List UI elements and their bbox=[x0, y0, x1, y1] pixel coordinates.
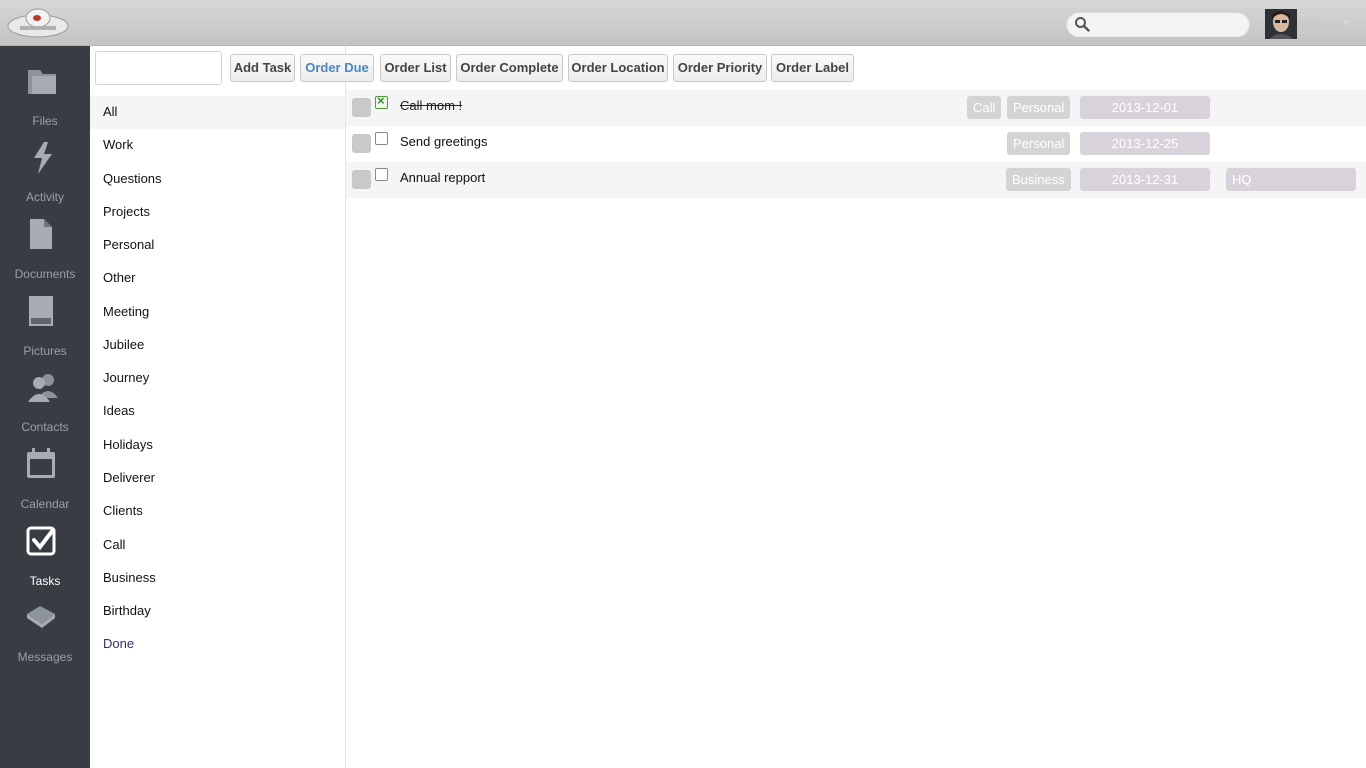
lightning-icon bbox=[34, 142, 52, 174]
nav-item-tasks[interactable]: Tasks bbox=[0, 516, 90, 592]
nav-label: Files bbox=[32, 114, 58, 128]
task-tag[interactable]: Personal bbox=[1007, 96, 1071, 119]
task-tag[interactable]: Business bbox=[1006, 168, 1071, 191]
order-list-button[interactable]: Order List bbox=[380, 54, 451, 82]
category-item[interactable]: Journey bbox=[90, 361, 345, 394]
search-icon bbox=[1074, 16, 1090, 35]
task-complete-checkbox[interactable] bbox=[375, 132, 388, 145]
category-item[interactable]: Birthday bbox=[90, 594, 345, 627]
task-list: Call mom ! Call Personal 2013-12-01 Send… bbox=[346, 90, 1366, 198]
nav-label: Activity bbox=[25, 190, 64, 204]
task-due-date[interactable]: 2013-12-31 bbox=[1080, 168, 1210, 191]
nav-item-documents[interactable]: Documents bbox=[0, 209, 90, 285]
add-task-button[interactable]: Add Task bbox=[230, 54, 295, 82]
task-row[interactable]: Annual repport Business 2013-12-31 HQ bbox=[346, 162, 1366, 198]
order-location-button[interactable]: Order Location bbox=[568, 54, 668, 82]
category-item[interactable]: Clients bbox=[90, 494, 345, 527]
order-complete-button[interactable]: Order Complete bbox=[456, 54, 563, 82]
nav-item-pictures[interactable]: Pictures bbox=[0, 286, 90, 362]
task-row[interactable]: Call mom ! Call Personal 2013-12-01 bbox=[346, 90, 1366, 126]
envelope-icon bbox=[27, 606, 55, 628]
task-complete-checkbox[interactable] bbox=[375, 168, 388, 181]
category-item[interactable]: Meeting bbox=[90, 295, 345, 328]
category-item[interactable]: Call bbox=[90, 528, 345, 561]
caret-down-icon[interactable]: ▼ bbox=[1341, 18, 1351, 29]
category-item[interactable]: Projects bbox=[90, 195, 345, 228]
calendar-icon bbox=[27, 448, 55, 478]
task-due-date[interactable]: 2013-12-25 bbox=[1080, 132, 1210, 155]
search-input[interactable] bbox=[1094, 14, 1244, 34]
task-due-date[interactable]: 2013-12-01 bbox=[1080, 96, 1210, 119]
category-item[interactable]: Work bbox=[90, 129, 345, 162]
task-tag[interactable]: Call bbox=[967, 96, 1002, 119]
new-task-input[interactable] bbox=[95, 51, 222, 85]
category-item[interactable]: All bbox=[90, 96, 345, 129]
category-item[interactable]: Questions bbox=[90, 162, 345, 195]
nav-item-contacts[interactable]: Contacts bbox=[0, 362, 90, 438]
nav-label: Pictures bbox=[23, 344, 67, 358]
nav-item-activity[interactable]: Activity bbox=[0, 132, 90, 208]
category-list: All Work Questions Projects Personal Oth… bbox=[90, 46, 346, 768]
user-name[interactable]: Vince bbox=[1303, 16, 1340, 32]
cloud-logo-icon[interactable] bbox=[6, 6, 70, 40]
nav-item-files[interactable]: Files bbox=[0, 56, 90, 132]
task-location[interactable]: HQ bbox=[1226, 168, 1356, 191]
document-icon bbox=[30, 219, 52, 249]
task-drag-handle[interactable] bbox=[352, 98, 371, 117]
avatar[interactable] bbox=[1265, 9, 1297, 39]
nav-label: Calendar bbox=[20, 497, 70, 511]
search-box[interactable] bbox=[1066, 11, 1250, 37]
category-item[interactable]: Jubilee bbox=[90, 328, 345, 361]
nav-label: Tasks bbox=[29, 574, 61, 588]
order-due-button[interactable]: Order Due bbox=[300, 54, 374, 82]
order-label-button[interactable]: Order Label bbox=[771, 54, 854, 82]
checkbox-icon bbox=[26, 526, 56, 556]
nav-label: Contacts bbox=[21, 420, 69, 434]
category-item[interactable]: Ideas bbox=[90, 394, 345, 427]
task-drag-handle[interactable] bbox=[352, 170, 371, 189]
nav-label: Documents bbox=[14, 267, 76, 281]
task-complete-checkbox[interactable] bbox=[375, 93, 388, 109]
category-item[interactable]: Other bbox=[90, 261, 345, 294]
task-drag-handle[interactable] bbox=[352, 134, 371, 153]
contacts-icon bbox=[28, 374, 58, 402]
task-tag[interactable]: Personal bbox=[1007, 132, 1071, 155]
nav-item-messages[interactable]: Messages bbox=[0, 592, 90, 668]
order-priority-button[interactable]: Order Priority bbox=[673, 54, 767, 82]
category-item[interactable]: Business bbox=[90, 561, 345, 594]
category-item-done[interactable]: Done bbox=[90, 627, 345, 660]
category-item[interactable]: Personal bbox=[90, 228, 345, 261]
top-header: Vince ▼ bbox=[0, 0, 1366, 46]
task-title[interactable]: Annual repport bbox=[400, 170, 485, 185]
nav-item-calendar[interactable]: Calendar bbox=[0, 439, 90, 515]
category-item[interactable]: Deliverer bbox=[90, 461, 345, 494]
picture-icon bbox=[29, 296, 53, 326]
app-navigation: Files Activity Documents Pictures Contac… bbox=[0, 46, 90, 768]
task-title[interactable]: Send greetings bbox=[400, 134, 487, 149]
folder-icon bbox=[28, 70, 56, 94]
task-row[interactable]: Send greetings Personal 2013-12-25 bbox=[346, 126, 1366, 162]
nav-label: Messages bbox=[17, 650, 73, 664]
task-title[interactable]: Call mom ! bbox=[400, 98, 462, 113]
category-item[interactable]: Holidays bbox=[90, 428, 345, 461]
